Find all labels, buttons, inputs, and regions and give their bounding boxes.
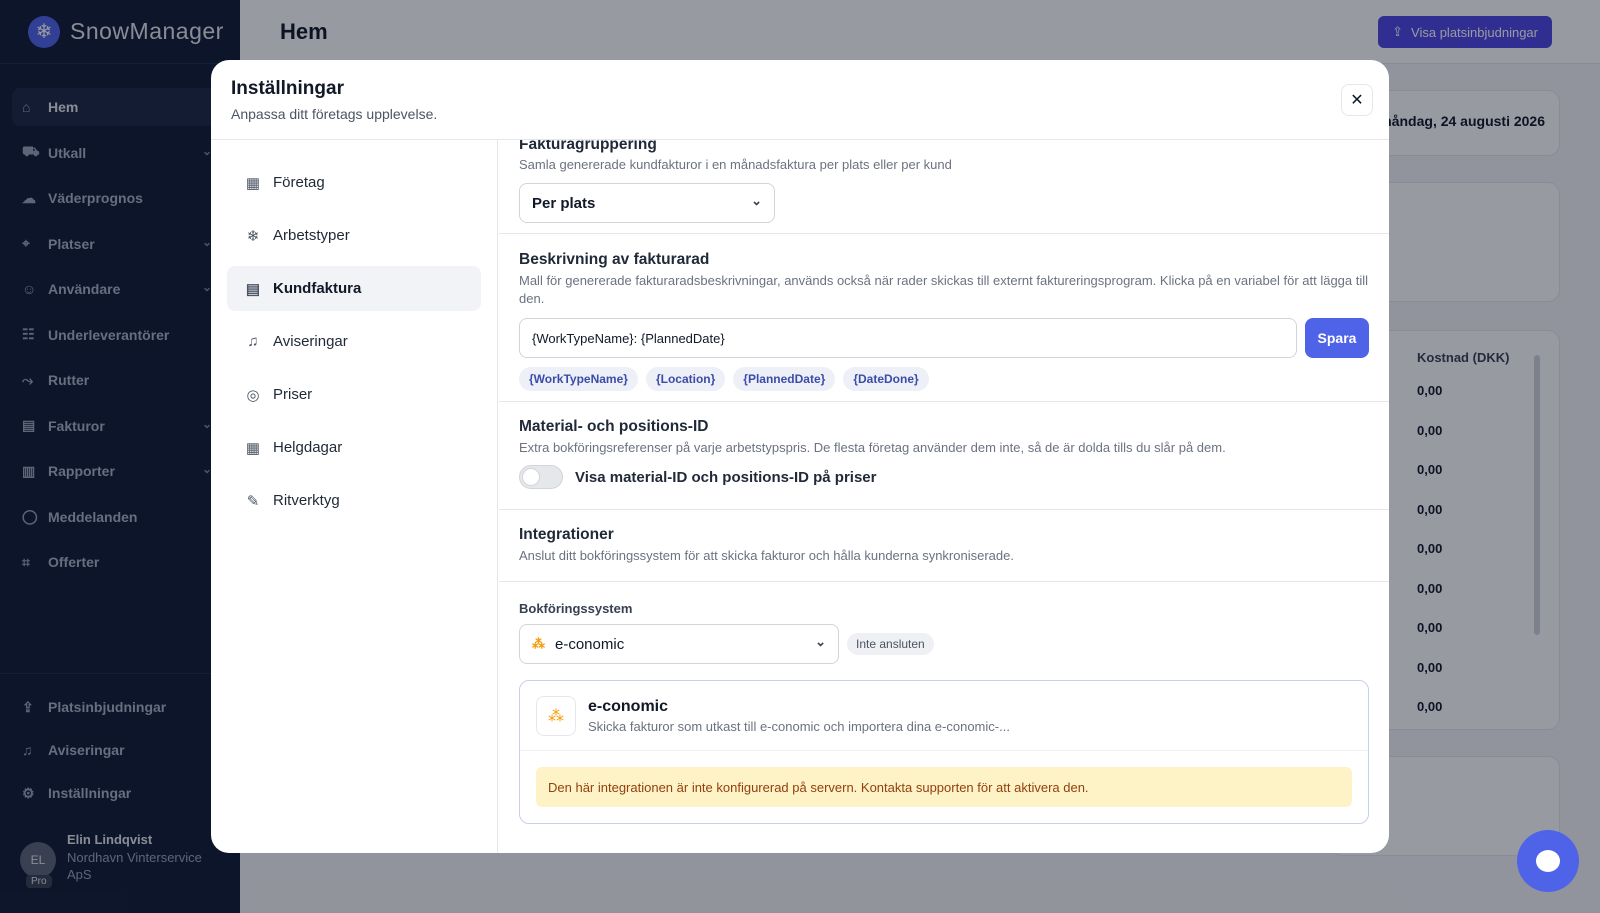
settings-tab-label: Ritverktyg xyxy=(273,492,340,509)
modal-header: Inställningar Anpassa ditt företags uppl… xyxy=(211,60,1389,140)
material-section: Material- och positions-ID Extra bokföri… xyxy=(499,402,1389,510)
material-description: Extra bokföringsreferenser på varje arbe… xyxy=(519,440,1226,455)
settings-tab-foretag[interactable]: ▦ Företag xyxy=(227,160,481,205)
building-icon: ▦ xyxy=(245,174,261,192)
chevron-down-icon: ⌄ xyxy=(751,193,762,208)
grouping-section: Fakturagruppering Samla genererade kundf… xyxy=(499,140,1389,234)
settings-tab-aviseringar[interactable]: ♫ Aviseringar xyxy=(227,319,481,364)
pen-icon: ✎ xyxy=(246,492,260,510)
accounting-system-label: Bokföringssystem xyxy=(519,601,633,616)
template-row: {WorkTypeName}: {PlannedDate} Spara xyxy=(519,318,1369,358)
variable-chip-location[interactable]: {Location} xyxy=(645,367,726,391)
integration-description: Skicka fakturor som utkast till e-conomi… xyxy=(588,718,1010,734)
chat-button[interactable] xyxy=(1517,830,1579,892)
accounting-system-value: e-conomic xyxy=(555,635,625,653)
grouping-description: Samla genererade kundfakturor i en månad… xyxy=(519,157,952,172)
close-button[interactable]: ✕ xyxy=(1341,84,1373,116)
settings-content: Fakturagruppering Samla genererade kundf… xyxy=(499,140,1389,853)
economic-logo-icon: ⁂ xyxy=(536,695,576,736)
modal-title: Inställningar xyxy=(231,78,344,99)
material-toggle-label: Visa material-ID och positions-ID på pri… xyxy=(575,468,877,486)
grouping-title: Fakturagruppering xyxy=(519,140,657,153)
line-description-description: Mall för genererade fakturaradsbeskrivni… xyxy=(519,273,1369,306)
integration-name: e-conomic xyxy=(588,697,669,715)
integrations-title: Integrationer xyxy=(519,526,614,543)
integration-warning: Den här integrationen är inte konfigurer… xyxy=(536,767,1352,807)
settings-modal: Inställningar Anpassa ditt företags uppl… xyxy=(211,60,1389,853)
integrations-description: Anslut ditt bokföringssystem för att ski… xyxy=(519,548,1014,563)
status-badge: Inte ansluten xyxy=(847,633,934,655)
settings-tab-label: Kundfaktura xyxy=(273,280,362,297)
save-button[interactable]: Spara xyxy=(1305,318,1369,358)
variable-chip-worktypename[interactable]: {WorkTypeName} xyxy=(519,367,638,391)
chevron-down-icon: ⌄ xyxy=(815,634,826,649)
settings-nav: ▦ Företag ❄ Arbetstyper ▤ Kundfaktura ♫ Avis… xyxy=(211,140,498,853)
material-toggle-row: Visa material-ID och positions-ID på pri… xyxy=(519,465,1369,489)
modal-subtitle: Anpassa ditt företags upplevelse. xyxy=(231,106,438,122)
settings-tab-arbetstyper[interactable]: ❄ Arbetstyper xyxy=(227,213,481,258)
settings-tab-helgdagar[interactable]: ▦ Helgdagar xyxy=(227,425,481,470)
settings-tab-label: Helgdagar xyxy=(273,439,343,456)
material-title: Material- och positions-ID xyxy=(519,418,709,435)
snowflake-icon: ❄ xyxy=(246,227,260,245)
settings-tab-priser[interactable]: ◎ Priser xyxy=(227,372,481,417)
accounting-section: Bokföringssystem ⁂ e-conomic ⌄ Inte ansl… xyxy=(499,582,1389,824)
settings-tab-kundfaktura[interactable]: ▤ Kundfaktura xyxy=(227,266,481,311)
coins-icon: ◎ xyxy=(246,386,260,404)
chat-icon xyxy=(1536,850,1560,872)
line-description-title: Beskrivning av fakturarad xyxy=(519,251,710,268)
bell-icon: ♫ xyxy=(247,333,259,350)
line-description-section: Beskrivning av fakturarad Mall för gener… xyxy=(499,234,1389,402)
economic-logo-icon: ⁂ xyxy=(532,636,545,651)
accounting-system-row: ⁂ e-conomic ⌄ Inte ansluten xyxy=(519,624,1369,664)
settings-tab-label: Arbetstyper xyxy=(273,227,350,244)
integrations-section: Integrationer Anslut ditt bokföringssyst… xyxy=(499,510,1389,582)
grouping-select[interactable]: Per plats ⌄ xyxy=(519,183,775,223)
calendar-icon: ▦ xyxy=(245,439,261,457)
settings-tab-label: Aviseringar xyxy=(273,333,348,350)
toggle-knob xyxy=(522,468,540,486)
variable-chip-planneddate[interactable]: {PlannedDate} xyxy=(733,367,836,391)
accounting-system-select[interactable]: ⁂ e-conomic ⌄ xyxy=(519,624,839,664)
material-toggle[interactable] xyxy=(519,465,563,489)
template-input[interactable]: {WorkTypeName}: {PlannedDate} xyxy=(519,318,1297,358)
document-icon: ▤ xyxy=(245,280,261,298)
grouping-select-value: Per plats xyxy=(532,194,596,212)
settings-tab-ritverktyg[interactable]: ✎ Ritverktyg xyxy=(227,478,481,523)
variable-chip-datedone[interactable]: {DateDone} xyxy=(843,367,929,391)
close-icon: ✕ xyxy=(1350,92,1364,109)
settings-tab-label: Företag xyxy=(273,174,325,191)
integration-card-header: ⁂ e-conomic Skicka fakturor som utkast t… xyxy=(520,681,1368,751)
variable-chips: {WorkTypeName} {Location} {PlannedDate} … xyxy=(519,367,1369,391)
settings-tab-label: Priser xyxy=(273,386,313,403)
integration-card: ⁂ e-conomic Skicka fakturor som utkast t… xyxy=(519,680,1369,824)
